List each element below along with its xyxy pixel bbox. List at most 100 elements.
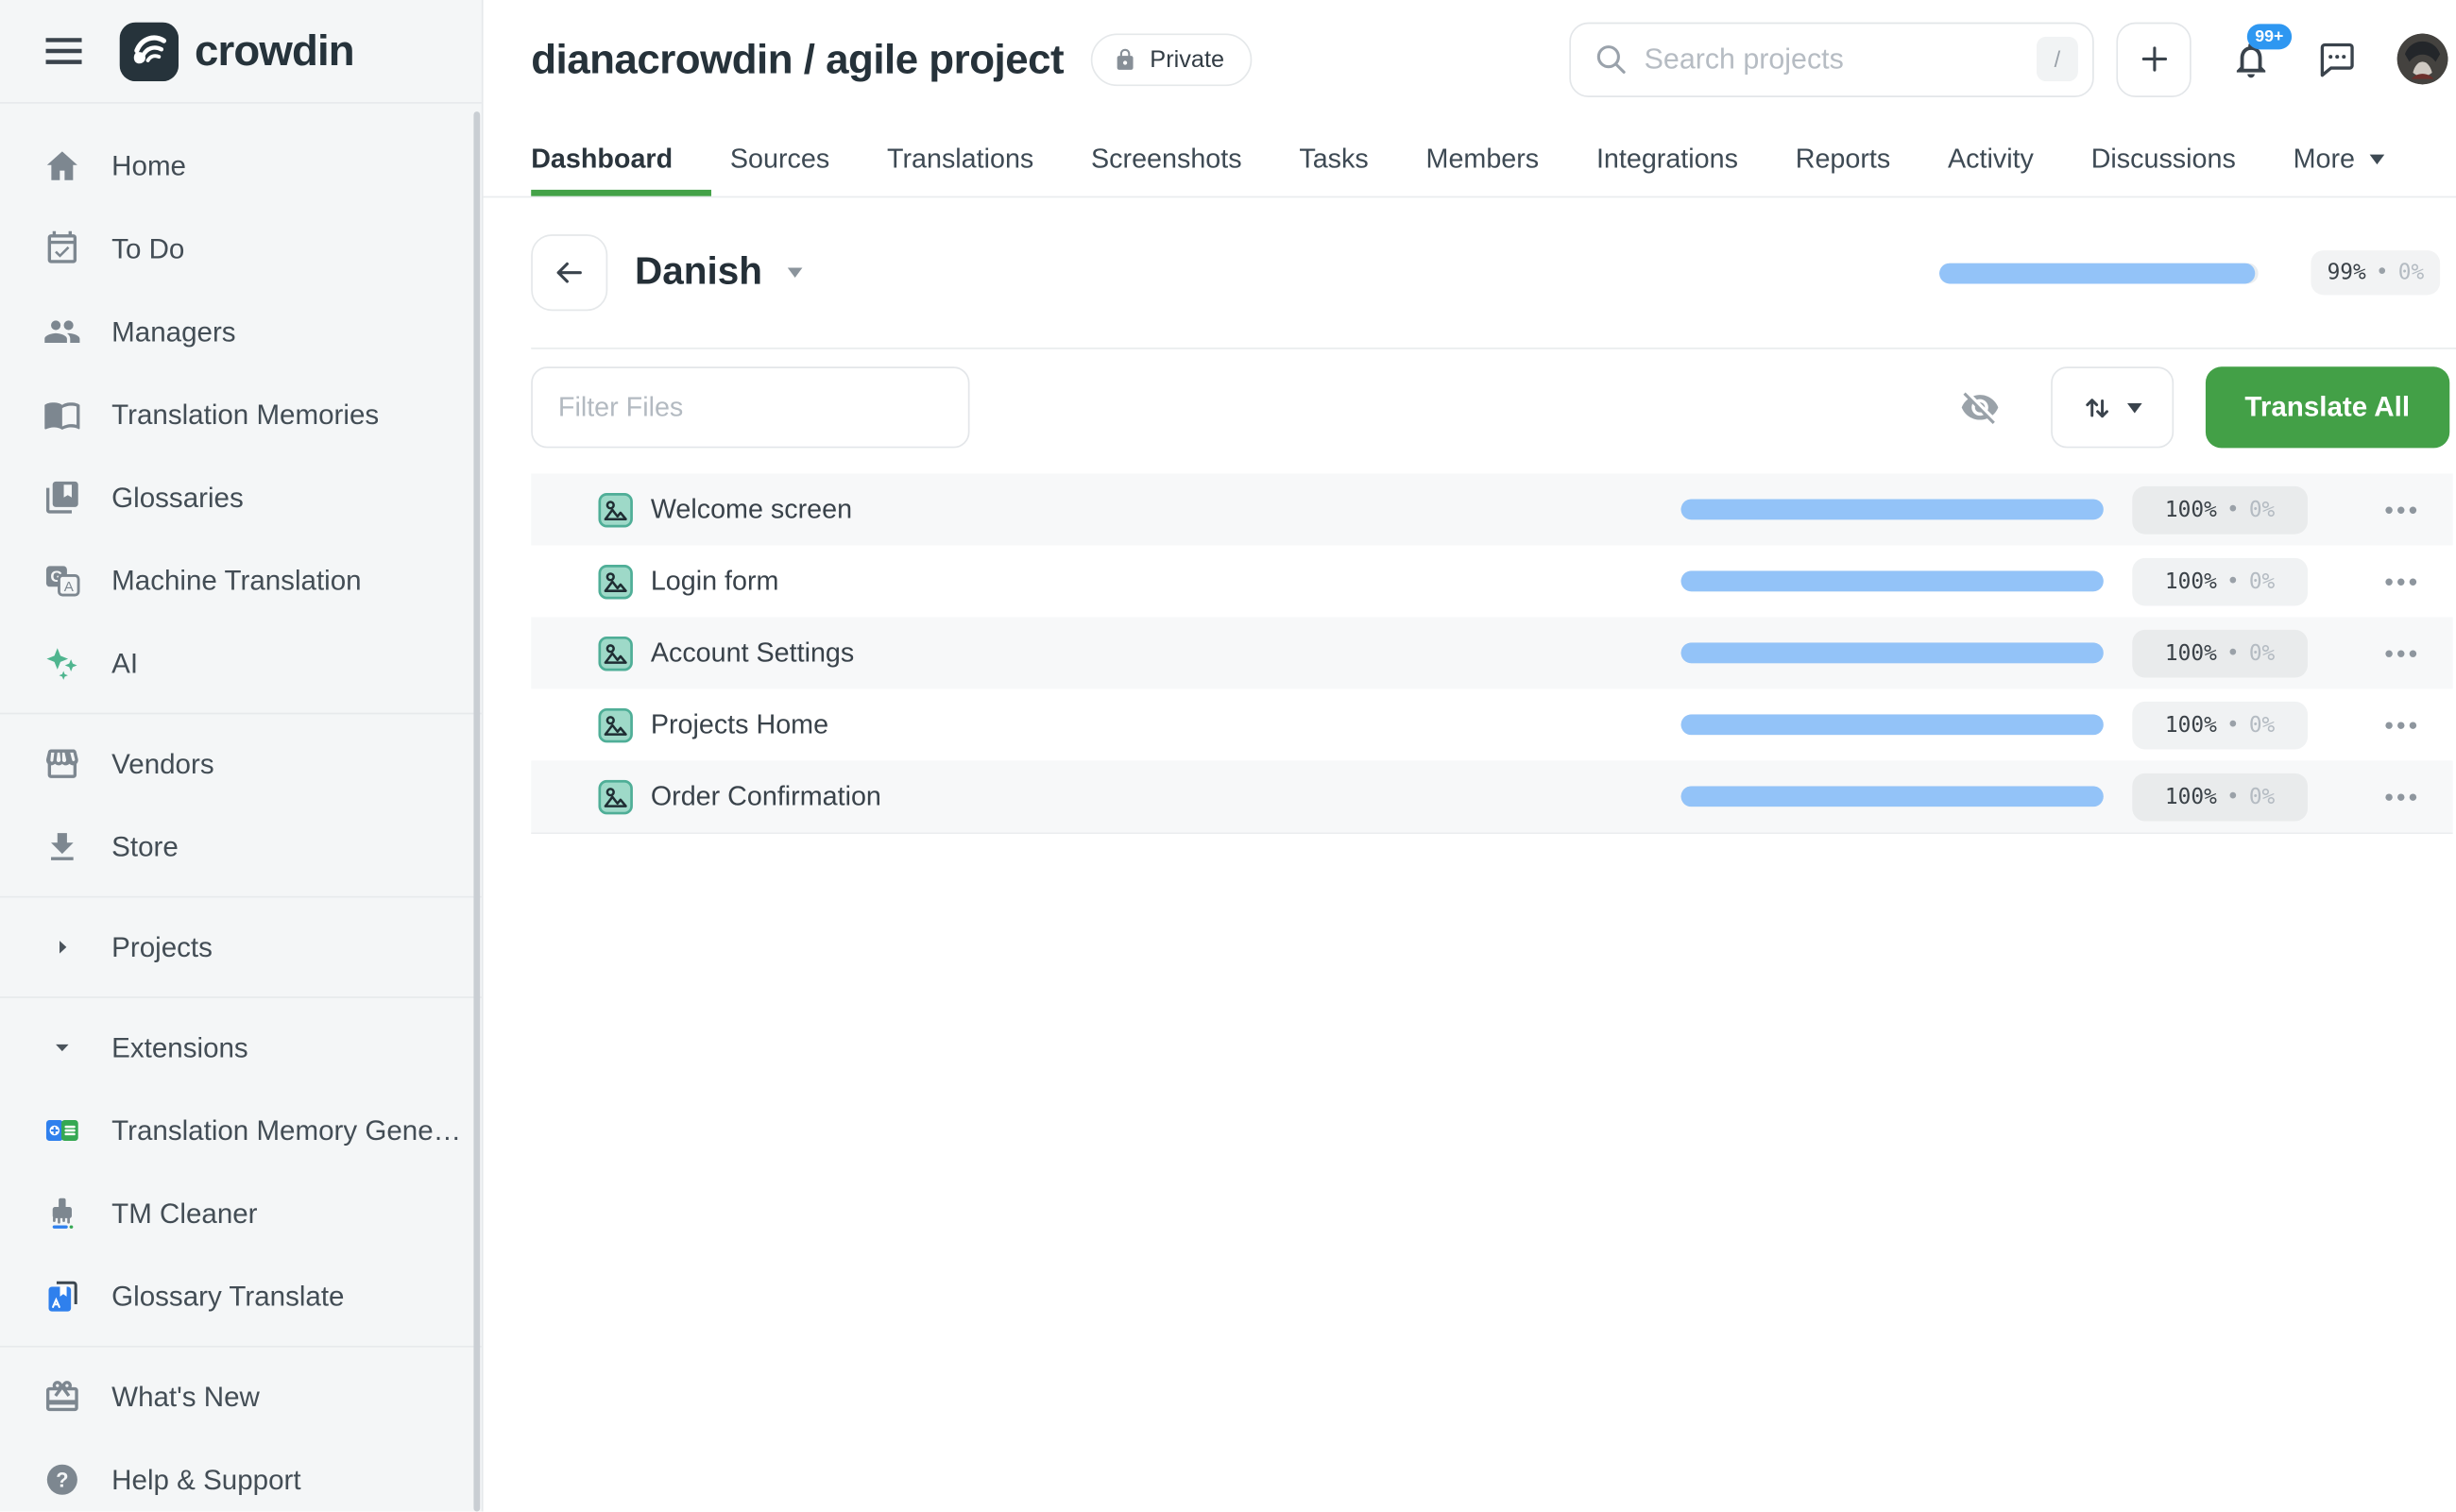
sidebar-item-label: Home <box>111 149 186 182</box>
tab-discussions[interactable]: Discussions <box>2091 118 2236 196</box>
sidebar-nav: Home To Do Managers Translation Memories… <box>0 104 482 1512</box>
image-file-icon <box>598 636 633 671</box>
crowdin-logo[interactable]: crowdin <box>120 22 354 80</box>
file-list: Welcome screen 100% • 0% Login form 100%… <box>531 473 2452 834</box>
file-name[interactable]: Account Settings <box>651 637 854 669</box>
language-progress-bar <box>1939 263 2259 283</box>
sidebar-item-managers[interactable]: Managers <box>0 290 482 373</box>
file-name[interactable]: Login form <box>651 566 779 598</box>
sidebar-item-glossary-translate[interactable]: Glossary Translate <box>0 1255 482 1338</box>
file-row[interactable]: Projects Home 100% • 0% <box>531 688 2452 760</box>
language-dropdown-caret[interactable] <box>786 266 804 280</box>
file-row[interactable]: Welcome screen 100% • 0% <box>531 473 2452 545</box>
approved-percent: 0% <box>2249 784 2275 809</box>
tab-tasks[interactable]: Tasks <box>1299 118 1368 196</box>
tab-translations[interactable]: Translations <box>887 118 1033 196</box>
file-menu-button[interactable] <box>2384 576 2417 586</box>
file-progress-fill <box>1680 642 2103 663</box>
sidebar-item-vendors[interactable]: Vendors <box>0 722 482 806</box>
filter-files-input[interactable] <box>531 366 969 448</box>
chevron-down-icon <box>43 1035 82 1061</box>
sidebar-item-label: Help & Support <box>111 1463 300 1496</box>
file-menu-button[interactable] <box>2384 648 2417 657</box>
sidebar-item-todo[interactable]: To Do <box>0 207 482 290</box>
sidebar-divider <box>0 713 482 715</box>
image-file-icon <box>598 564 633 599</box>
translate-icon: GA <box>43 561 82 600</box>
tab-members[interactable]: Members <box>1426 118 1540 196</box>
file-row[interactable]: Login form 100% • 0% <box>531 545 2452 617</box>
search-input[interactable] <box>1645 42 2021 76</box>
file-row[interactable]: Account Settings 100% • 0% <box>531 617 2452 688</box>
file-menu-button[interactable] <box>2384 504 2417 514</box>
file-name[interactable]: Order Confirmation <box>651 780 881 812</box>
ellipsis-icon <box>2384 720 2417 729</box>
bookmark-book-icon <box>43 478 82 517</box>
todo-calendar-icon <box>43 229 82 268</box>
tab-activity[interactable]: Activity <box>1948 118 2034 196</box>
sidebar-scrollbar[interactable] <box>473 111 480 1511</box>
create-project-button[interactable] <box>2116 22 2191 96</box>
file-name[interactable]: Projects Home <box>651 708 828 740</box>
arrow-left-icon <box>552 255 587 290</box>
file-menu-button[interactable] <box>2384 791 2417 801</box>
file-row[interactable]: Order Confirmation 100% • 0% <box>531 760 2452 832</box>
tab-more[interactable]: More <box>2294 118 2385 196</box>
topbar: dianacrowdin / agile project Private / 9… <box>484 0 2456 118</box>
back-button[interactable] <box>531 234 607 311</box>
file-name[interactable]: Welcome screen <box>651 494 852 526</box>
ellipsis-icon <box>2384 576 2417 586</box>
translate-all-button[interactable]: Translate All <box>2205 366 2449 448</box>
approved-percent: 0% <box>2249 569 2275 594</box>
percent-separator: • <box>2226 569 2240 594</box>
tab-integrations[interactable]: Integrations <box>1596 118 1738 196</box>
tab-reports[interactable]: Reports <box>1796 118 1891 196</box>
sidebar-item-whats-new[interactable]: What's New <box>0 1355 482 1438</box>
sort-arrows-icon <box>2080 390 2115 425</box>
translated-percent: 100% <box>2165 497 2217 522</box>
sidebar-item-ai[interactable]: AI <box>0 621 482 705</box>
sidebar-item-machine-translation[interactable]: GA Machine Translation <box>0 539 482 622</box>
sidebar-item-label: Projects <box>111 930 213 963</box>
tm-generator-icon <box>43 1112 82 1150</box>
language-name[interactable]: Danish <box>635 250 762 295</box>
translated-percent: 100% <box>2165 712 2217 738</box>
eye-off-icon <box>1959 387 1999 427</box>
sidebar-item-translation-memories[interactable]: Translation Memories <box>0 373 482 456</box>
tab-more-label: More <box>2294 143 2355 175</box>
sidebar-item-projects[interactable]: Projects <box>0 906 482 989</box>
tab-screenshots[interactable]: Screenshots <box>1091 118 1242 196</box>
sidebar-item-label: Managers <box>111 314 235 348</box>
tab-sources[interactable]: Sources <box>730 118 829 196</box>
sidebar-item-tm-cleaner[interactable]: TM Cleaner <box>0 1172 482 1255</box>
file-menu-button[interactable] <box>2384 720 2417 729</box>
translated-percent: 99% <box>2328 260 2366 285</box>
sidebar-item-help-support[interactable]: ? Help & Support <box>0 1438 482 1512</box>
help-icon: ? <box>43 1460 82 1499</box>
tab-dashboard[interactable]: Dashboard <box>531 118 673 196</box>
hide-completed-button[interactable] <box>1959 387 1999 427</box>
project-tabs: Dashboard Sources Translations Screensho… <box>484 118 2456 197</box>
people-icon <box>43 313 82 351</box>
sort-button[interactable] <box>2050 366 2173 448</box>
sidebar-divider <box>0 1346 482 1348</box>
app: crowdin Home To Do Managers Translation … <box>0 0 2456 1512</box>
sidebar-item-home[interactable]: Home <box>0 125 482 208</box>
notifications-button[interactable]: 99+ <box>2229 38 2277 81</box>
hamburger-menu-button[interactable] <box>40 27 88 76</box>
language-progress-badge: 99% • 0% <box>2311 250 2440 295</box>
svg-text:?: ? <box>56 1468 68 1491</box>
sidebar-item-tm-generator[interactable]: Translation Memory Gene… <box>0 1089 482 1172</box>
approved-percent: 0% <box>2249 712 2275 738</box>
sidebar-item-label: Extensions <box>111 1030 248 1063</box>
sidebar-divider <box>0 996 482 998</box>
image-file-icon <box>598 492 633 527</box>
search-box[interactable]: / <box>1569 22 2093 96</box>
user-avatar[interactable] <box>2397 33 2448 84</box>
sidebar-item-extensions[interactable]: Extensions <box>0 1006 482 1089</box>
notifications-count-badge: 99+ <box>2247 23 2292 49</box>
sidebar-item-store[interactable]: Store <box>0 806 482 889</box>
file-progress-fill <box>1680 499 2103 519</box>
messages-button[interactable] <box>2317 39 2357 78</box>
sidebar-item-glossaries[interactable]: Glossaries <box>0 456 482 539</box>
